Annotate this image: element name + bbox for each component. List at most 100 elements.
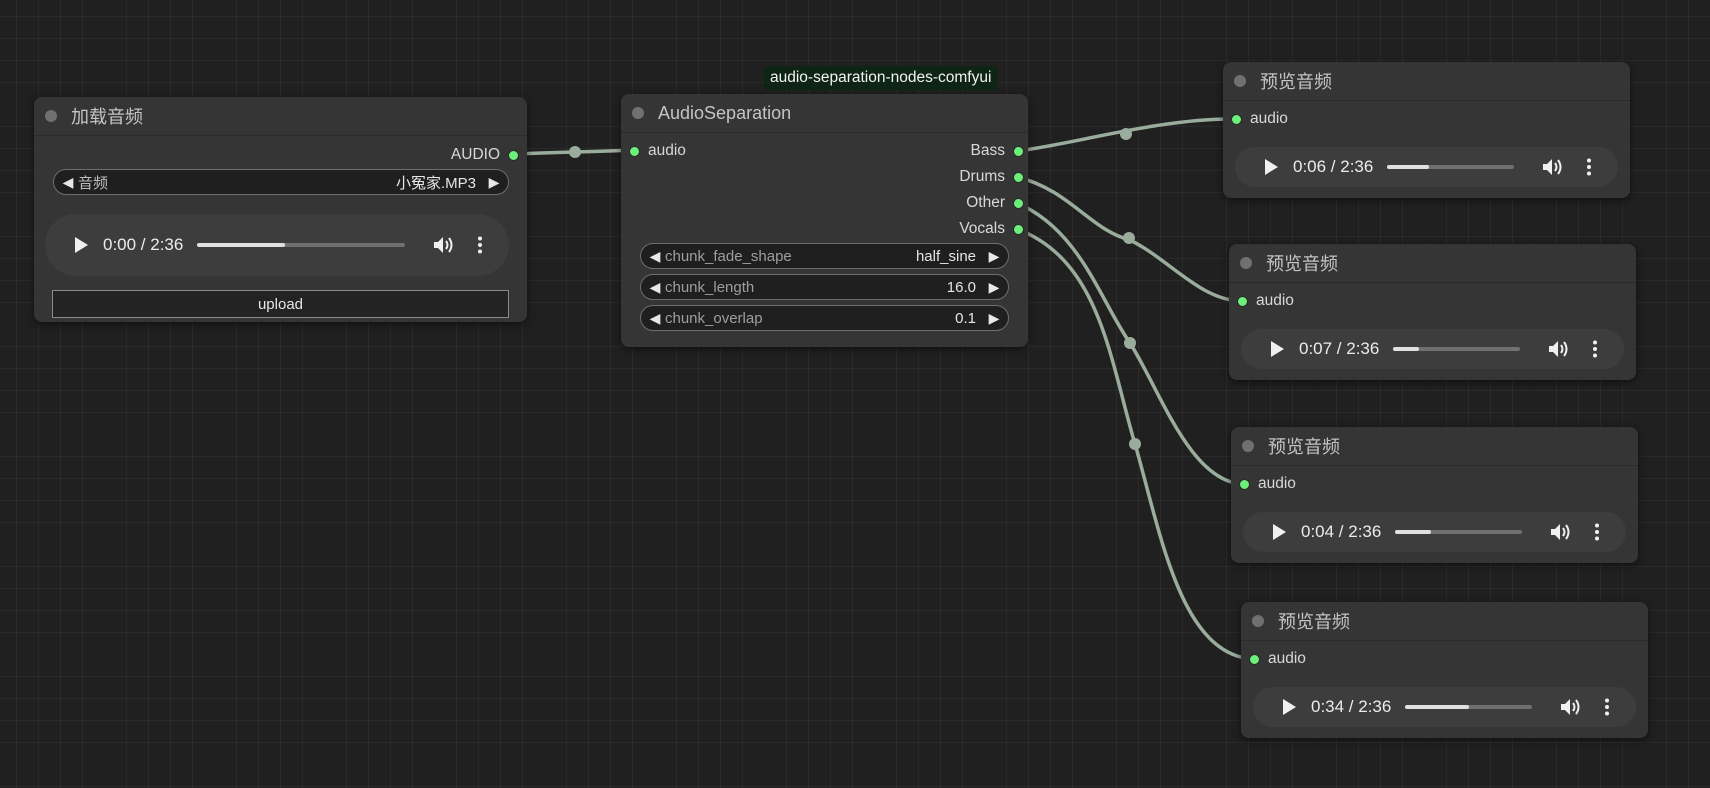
player-time: 0:04 / 2:36 [1301,522,1382,541]
triangle-left-icon[interactable]: ◀ [647,248,663,265]
link-midpoint-drums [1123,232,1135,244]
widget-value: half_sine [915,247,976,265]
triangle-left-icon[interactable]: ◀ [647,279,663,296]
audio-player[interactable]: 0:00 / 2:36 [45,214,509,276]
more-vert-icon[interactable] [1604,698,1610,716]
output-slot-vocals[interactable]: Vocals [959,219,1024,239]
widget-name: 音频 [78,174,109,192]
volume-icon[interactable] [1548,339,1570,359]
output-port-dot[interactable] [1013,197,1024,209]
upload-button[interactable]: upload [52,290,509,318]
output-label: Bass [970,142,1005,159]
output-slot-bass[interactable]: Bass [971,141,1024,161]
more-vert-icon[interactable] [1592,340,1598,358]
input-label: audio [1250,110,1288,127]
chunk-fade-shape-widget[interactable]: ◀ chunk_fade_shape half_sine ▶ [640,243,1009,269]
widget-name: chunk_fade_shape [665,247,792,265]
play-icon[interactable] [1263,158,1279,176]
seek-fill [197,243,285,247]
triangle-left-icon[interactable]: ◀ [60,174,76,191]
node-title-bar[interactable]: 预览音频 [1231,427,1638,466]
audio-player[interactable]: 0:07 / 2:36 [1241,329,1624,369]
audio-file-combo[interactable]: ◀ 音频 小冤家.MP3 ▶ [53,169,509,195]
input-slot-audio[interactable]: audio [1239,474,1296,494]
seek-fill [1405,705,1469,709]
seek-bar[interactable] [1395,530,1522,534]
output-label: AUDIO [450,146,500,163]
output-label: Other [966,194,1005,211]
audio-separation-node[interactable]: AudioSeparation audio Bass Drums Other V… [621,94,1028,347]
chunk-overlap-widget[interactable]: ◀ chunk_overlap 0.1 ▶ [640,305,1009,331]
output-slot-drums[interactable]: Drums [959,167,1024,187]
node-title-bar[interactable]: 预览音频 [1229,244,1636,283]
collapse-dot-icon[interactable] [1242,440,1254,452]
link-midpoint-bass [1120,128,1132,140]
volume-icon[interactable] [1542,157,1564,177]
audio-player[interactable]: 0:34 / 2:36 [1253,687,1636,727]
more-vert-icon[interactable] [1594,523,1600,541]
seek-bar[interactable] [1393,347,1520,351]
preview-audio-node-3[interactable]: 预览音频 audio 0:04 / 2:36 [1231,427,1638,563]
load-audio-node[interactable]: 加载音频 AUDIO ◀ 音频 小冤家.MP3 ▶ 0:00 / 2:36 up… [34,97,527,322]
triangle-right-icon[interactable]: ▶ [986,248,1002,265]
seek-bar[interactable] [197,243,405,247]
widget-name: chunk_length [665,278,755,296]
triangle-right-icon[interactable]: ▶ [486,174,502,191]
preview-audio-node-1[interactable]: 预览音频 audio 0:06 / 2:36 [1223,62,1630,198]
input-label: audio [1258,475,1296,492]
preview-audio-node-2[interactable]: 预览音频 audio 0:07 / 2:36 [1229,244,1636,380]
output-port-dot[interactable] [1013,223,1024,235]
node-title: 预览音频 [1278,612,1350,632]
more-vert-icon[interactable] [477,236,483,254]
input-label: audio [1268,650,1306,667]
output-port-dot[interactable] [1013,145,1024,157]
collapse-dot-icon[interactable] [1240,257,1252,269]
audio-player[interactable]: 0:06 / 2:36 [1235,147,1618,187]
seek-bar[interactable] [1387,165,1514,169]
play-icon[interactable] [1271,523,1287,541]
seek-bar[interactable] [1405,705,1532,709]
input-port-dot[interactable] [1239,478,1250,490]
output-slot-audio[interactable]: AUDIO [451,145,519,165]
input-slot-audio[interactable]: audio [1231,109,1288,129]
triangle-right-icon[interactable]: ▶ [986,279,1002,296]
widget-name: chunk_overlap [665,309,763,327]
widget-value: 小冤家.MP3 [395,174,476,192]
player-time: 0:06 / 2:36 [1293,157,1374,176]
preview-audio-node-4[interactable]: 预览音频 audio 0:34 / 2:36 [1241,602,1648,738]
player-time: 0:00 / 2:36 [103,235,184,254]
collapse-dot-icon[interactable] [45,110,57,122]
node-title: 加载音频 [71,107,143,127]
node-title-bar[interactable]: 预览音频 [1223,62,1630,101]
volume-icon[interactable] [433,235,455,255]
triangle-left-icon[interactable]: ◀ [647,310,663,327]
output-port-dot[interactable] [508,149,519,161]
input-slot-audio[interactable]: audio [629,141,686,161]
input-slot-audio[interactable]: audio [1237,291,1294,311]
group-label[interactable]: audio-separation-nodes-comfyui [764,66,998,90]
volume-icon[interactable] [1560,697,1582,717]
input-port-dot[interactable] [1249,653,1260,665]
output-port-dot[interactable] [1013,171,1024,183]
input-slot-audio[interactable]: audio [1249,649,1306,669]
node-title-bar[interactable]: AudioSeparation [621,94,1028,133]
chunk-length-widget[interactable]: ◀ chunk_length 16.0 ▶ [640,274,1009,300]
collapse-dot-icon[interactable] [632,107,644,119]
input-port-dot[interactable] [1237,295,1248,307]
input-port-dot[interactable] [1231,113,1242,125]
volume-icon[interactable] [1550,522,1572,542]
node-title-bar[interactable]: 加载音频 [34,97,527,136]
audio-player[interactable]: 0:04 / 2:36 [1243,512,1626,552]
input-port-dot[interactable] [629,145,640,157]
collapse-dot-icon[interactable] [1252,615,1264,627]
play-icon[interactable] [73,236,89,254]
collapse-dot-icon[interactable] [1234,75,1246,87]
link-other-to-preview-3 [1015,201,1245,486]
play-icon[interactable] [1269,340,1285,358]
output-slot-other[interactable]: Other [966,193,1024,213]
triangle-right-icon[interactable]: ▶ [986,310,1002,327]
node-canvas[interactable]: audio-separation-nodes-comfyui 加载音频 AUDI… [0,0,1710,788]
node-title-bar[interactable]: 预览音频 [1241,602,1648,641]
more-vert-icon[interactable] [1586,158,1592,176]
play-icon[interactable] [1281,698,1297,716]
